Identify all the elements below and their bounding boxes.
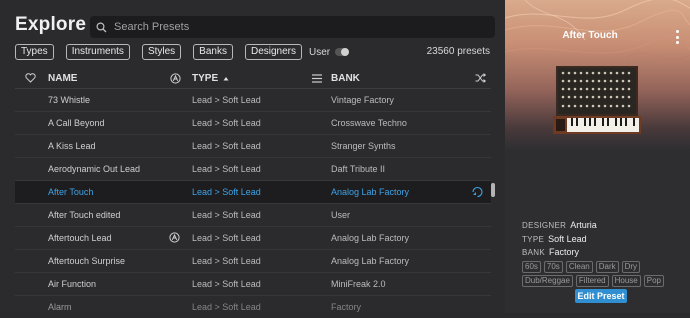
preset-type: Lead > Soft Lead xyxy=(192,95,261,105)
preset-title: After Touch xyxy=(562,30,618,41)
table-row[interactable]: Air Function Lead > Soft Lead MiniFreak … xyxy=(15,273,491,296)
filter-designers-button[interactable]: Designers xyxy=(244,44,302,60)
preset-type: Lead > Soft Lead xyxy=(192,279,261,289)
shuffle-icon[interactable] xyxy=(475,68,486,88)
preset-bank: User xyxy=(331,210,351,220)
preset-name: Aerodynamic Out Lead xyxy=(48,164,141,174)
type-value: Soft Lead xyxy=(548,233,587,244)
preset-type: Lead > Soft Lead xyxy=(192,256,261,266)
edit-preset-button[interactable]: Edit Preset xyxy=(575,289,627,303)
preset-metadata: DESIGNER Arturia TYPE Soft Lead BANK Factor… xyxy=(522,219,597,260)
tag-chip[interactable]: 60s xyxy=(522,261,541,273)
search-input[interactable] xyxy=(112,20,476,34)
designer-value: Arturia xyxy=(570,220,597,230)
arturia-badge-icon xyxy=(169,232,180,244)
preset-type: Lead > Soft Lead xyxy=(192,233,261,243)
preset-banner: After Touch xyxy=(505,0,690,150)
preset-type: Lead > Soft Lead xyxy=(192,141,261,151)
designer-label: DESIGNER xyxy=(522,221,567,230)
type-label: TYPE xyxy=(522,234,545,244)
user-toggle-label: User xyxy=(309,46,331,58)
preset-bank: Analog Lab Factory xyxy=(331,187,410,197)
preset-list: 73 Whistle Lead > Soft Lead Vintage Fact… xyxy=(15,89,491,318)
tag-chip[interactable]: Filtered xyxy=(575,275,609,287)
table-row[interactable]: 73 Whistle Lead > Soft Lead Vintage Fact… xyxy=(15,89,491,112)
preset-bank: Analog Lab Factory xyxy=(331,233,410,243)
user-toggle[interactable] xyxy=(335,48,350,56)
table-row[interactable]: After Touch edited Lead > Soft Lead User xyxy=(15,204,491,227)
tag-chip[interactable]: Pop xyxy=(643,275,664,287)
preset-name: Aftertouch Lead xyxy=(48,233,112,243)
page-title: Explore xyxy=(15,14,87,35)
table-row[interactable]: Alarm Lead > Soft Lead Factory xyxy=(15,296,491,318)
preset-type: Lead > Soft Lead xyxy=(192,187,261,197)
favorite-column-heart-icon[interactable] xyxy=(25,68,36,88)
preset-name: Air Function xyxy=(48,279,97,289)
preset-name: Alarm xyxy=(48,302,72,312)
table-row[interactable]: Aftertouch Lead Lead > Soft Lead Analog … xyxy=(15,227,491,250)
bank-label: BANK xyxy=(522,248,545,257)
preset-bank: Analog Lab Factory xyxy=(331,256,410,266)
arturia-column-icon[interactable] xyxy=(170,68,181,88)
preset-type: Lead > Soft Lead xyxy=(192,210,261,220)
tag-chip[interactable]: Clean xyxy=(565,261,593,273)
preset-detail-panel: After Touch DESIGNER Arturia TYPE Soft Lea… xyxy=(505,0,690,313)
bank-value: Factory xyxy=(549,247,580,257)
table-row[interactable]: A Call Beyond Lead > Soft Lead Crosswave… xyxy=(15,112,491,135)
preset-name: A Call Beyond xyxy=(48,118,105,128)
tag-chip[interactable]: 70s xyxy=(543,261,563,273)
preset-bank: Factory xyxy=(331,302,362,312)
table-row[interactable]: Aftertouch Surprise Lead > Soft Lead Ana… xyxy=(15,250,491,273)
search-bar[interactable] xyxy=(90,16,495,38)
preset-name: Aftertouch Surprise xyxy=(48,256,126,266)
preset-name: A Kiss Lead xyxy=(48,141,96,151)
list-scrollbar[interactable] xyxy=(491,183,495,197)
column-header-name[interactable]: NAME xyxy=(48,68,77,88)
more-options-icon[interactable] xyxy=(674,30,680,44)
filter-bar: Types Instruments Styles Banks Designers… xyxy=(15,44,350,60)
table-row[interactable]: Aerodynamic Out Lead Lead > Soft Lead Da… xyxy=(15,158,491,181)
tag-chip[interactable]: Dry xyxy=(621,261,641,273)
preset-bank: MiniFreak 2.0 xyxy=(331,279,386,289)
preset-bank: Vintage Factory xyxy=(331,95,394,105)
table-row-selected[interactable]: After Touch Lead > Soft Lead Analog Lab … xyxy=(15,181,491,204)
preset-browser: Explore Types Instruments Styles Banks D… xyxy=(0,0,505,313)
filter-styles-button[interactable]: Styles xyxy=(141,44,182,60)
list-view-icon[interactable] xyxy=(312,68,322,88)
preset-type: Lead > Soft Lead xyxy=(192,118,261,128)
tag-chip[interactable]: Dub/Reggae xyxy=(522,275,573,287)
tag-chip[interactable]: House xyxy=(611,275,641,287)
preset-name: After Touch edited xyxy=(48,210,121,220)
column-header-type[interactable]: TYPE xyxy=(192,68,229,88)
filter-banks-button[interactable]: Banks xyxy=(193,44,233,60)
play-preview-icon[interactable] xyxy=(472,186,483,198)
preset-bank: Daft Tribute II xyxy=(331,164,386,174)
column-header-bank[interactable]: BANK xyxy=(331,68,360,88)
column-header-type-label: TYPE xyxy=(192,72,219,84)
preset-count: 23560 presets xyxy=(426,46,490,57)
sort-ascending-icon xyxy=(223,73,229,84)
synthesizer-image xyxy=(553,66,641,134)
preset-bank: Stranger Synths xyxy=(331,141,396,151)
preset-name: 73 Whistle xyxy=(48,95,91,105)
preset-type: Lead > Soft Lead xyxy=(192,164,261,174)
table-row[interactable]: A Kiss Lead Lead > Soft Lead Stranger Sy… xyxy=(15,135,491,158)
table-header: NAME TYPE BANK xyxy=(15,68,491,88)
preset-tags: 60s 70s Clean Dark Dry Dub/Reggae Filter… xyxy=(522,261,682,289)
filter-instruments-button[interactable]: Instruments xyxy=(65,44,130,60)
preset-name: After Touch xyxy=(48,187,94,197)
search-icon xyxy=(90,21,112,33)
preset-type: Lead > Soft Lead xyxy=(192,302,261,312)
filter-types-button[interactable]: Types xyxy=(15,44,54,60)
preset-bank: Crosswave Techno xyxy=(331,118,407,128)
tag-chip[interactable]: Dark xyxy=(595,261,619,273)
